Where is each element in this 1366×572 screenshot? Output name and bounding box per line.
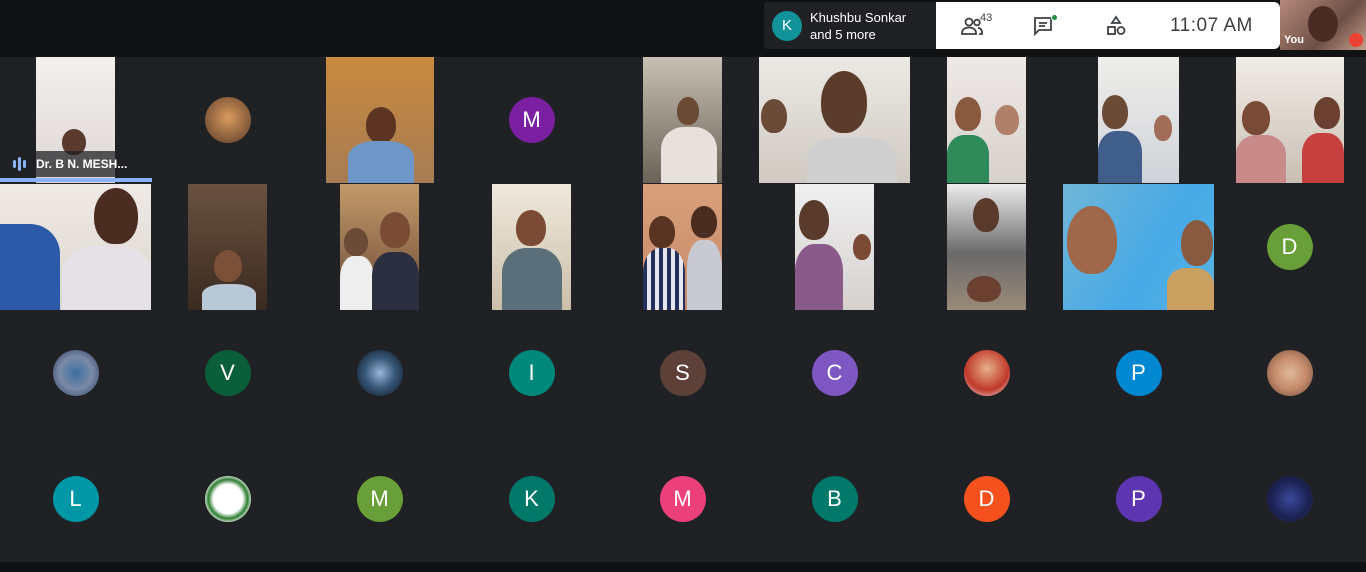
participant-video	[643, 184, 722, 310]
participant-avatar-photo	[204, 476, 251, 522]
participant-tile[interactable]	[607, 57, 758, 183]
participant-avatar: M	[659, 476, 706, 522]
participant-video	[759, 57, 910, 183]
participant-video	[1098, 57, 1179, 183]
participant-video	[947, 184, 1026, 310]
activities-button[interactable]	[1080, 2, 1152, 49]
participant-avatar: M	[508, 97, 555, 143]
joined-name: Khushbu Sonkar	[810, 9, 907, 25]
participant-video	[1235, 57, 1344, 183]
participant-avatar: S	[659, 350, 706, 396]
activities-icon	[1107, 14, 1126, 35]
participant-tile[interactable]: P	[1063, 436, 1214, 562]
participant-avatar: C	[811, 350, 858, 396]
participant-video	[947, 57, 1026, 183]
meeting-clock: 11:07 AM	[1170, 14, 1253, 36]
joined-text: Khushbu Sonkar and 5 more	[810, 9, 906, 43]
mic-off-icon	[1349, 33, 1363, 47]
participant-tile[interactable]: D	[911, 436, 1062, 562]
participant-avatar: I	[508, 350, 555, 396]
participant-video	[795, 184, 874, 310]
participant-tile[interactable]: B	[759, 436, 910, 562]
participant-tile[interactable]: L	[0, 436, 151, 562]
participant-video	[325, 57, 434, 183]
participant-tile[interactable]: S	[607, 310, 758, 436]
participant-avatar: P	[1115, 476, 1162, 522]
participant-tile[interactable]	[0, 310, 151, 436]
participant-tile[interactable]: I	[456, 310, 607, 436]
participant-video	[1063, 184, 1214, 310]
participant-count: 43	[980, 12, 993, 24]
participant-tile[interactable]	[456, 184, 607, 310]
chat-unread-dot	[1051, 14, 1058, 21]
participant-avatar: M	[356, 476, 403, 522]
participant-avatar-photo	[52, 350, 99, 396]
participant-tile[interactable]	[1063, 57, 1214, 183]
participant-avatar-photo	[1266, 476, 1313, 522]
participant-avatar: K	[508, 476, 555, 522]
participant-video	[0, 184, 151, 310]
chat-button[interactable]	[1008, 2, 1080, 49]
participant-tile[interactable]	[304, 310, 455, 436]
participant-avatar-photo	[356, 350, 403, 396]
participant-grid: Dr. B N. MESH... M D V I S C P L M K M B…	[0, 57, 1366, 562]
people-button[interactable]: 43	[936, 2, 1008, 49]
participant-video	[643, 57, 722, 183]
participant-avatar: L	[52, 476, 99, 522]
participant-avatar: D	[1266, 224, 1313, 270]
participant-tile[interactable]: M	[304, 436, 455, 562]
participant-tile[interactable]	[304, 184, 455, 310]
participant-avatar-photo	[1266, 350, 1313, 396]
participant-tile[interactable]: C	[759, 310, 910, 436]
participant-avatar-photo	[204, 97, 251, 143]
participant-video	[188, 184, 267, 310]
participant-tile[interactable]: M	[607, 436, 758, 562]
joined-avatar: K	[772, 10, 802, 41]
audio-level-icon	[13, 157, 26, 171]
participant-tile[interactable]	[152, 184, 303, 310]
participant-tile[interactable]	[0, 184, 151, 310]
participant-tile[interactable]: K	[456, 436, 607, 562]
participant-tile[interactable]: D	[1214, 184, 1365, 310]
participant-tile[interactable]	[607, 184, 758, 310]
speaker-label: Dr. B N. MESH...	[0, 151, 152, 177]
participant-avatar-photo	[963, 350, 1010, 396]
self-view-tile[interactable]: You	[1280, 0, 1366, 50]
participant-avatar: V	[204, 350, 251, 396]
self-label: You	[1284, 34, 1304, 46]
participant-tile[interactable]	[911, 310, 1062, 436]
participant-tile[interactable]: Dr. B N. MESH...	[0, 57, 152, 183]
participant-tile[interactable]: M	[456, 57, 607, 183]
joined-more: and 5 more	[810, 26, 876, 42]
participant-avatar: D	[963, 476, 1010, 522]
participant-tile[interactable]	[152, 436, 303, 562]
meeting-toolbar: 43 11:07 AM	[936, 2, 1280, 49]
participant-tile[interactable]	[1214, 310, 1365, 436]
participant-video	[340, 184, 419, 310]
speaker-name: Dr. B N. MESH...	[36, 157, 128, 171]
participant-tile[interactable]: P	[1063, 310, 1214, 436]
participant-tile[interactable]	[759, 184, 910, 310]
participant-avatar: P	[1115, 350, 1162, 396]
active-speaker-border	[0, 178, 152, 182]
self-video	[1308, 6, 1338, 42]
participant-video	[492, 184, 571, 310]
participant-tile[interactable]	[304, 57, 455, 183]
participant-tile[interactable]	[1214, 57, 1365, 183]
participant-tile[interactable]	[1063, 184, 1214, 310]
participant-tile[interactable]	[1214, 436, 1365, 562]
participant-tile[interactable]	[911, 184, 1062, 310]
participant-tile[interactable]	[152, 57, 303, 183]
participant-tile[interactable]: V	[152, 310, 303, 436]
participant-tile[interactable]	[759, 57, 910, 183]
participant-tile[interactable]	[911, 57, 1062, 183]
bottom-strip	[0, 562, 1366, 572]
participant-avatar: B	[811, 476, 858, 522]
joined-notification[interactable]: K Khushbu Sonkar and 5 more	[764, 2, 936, 49]
